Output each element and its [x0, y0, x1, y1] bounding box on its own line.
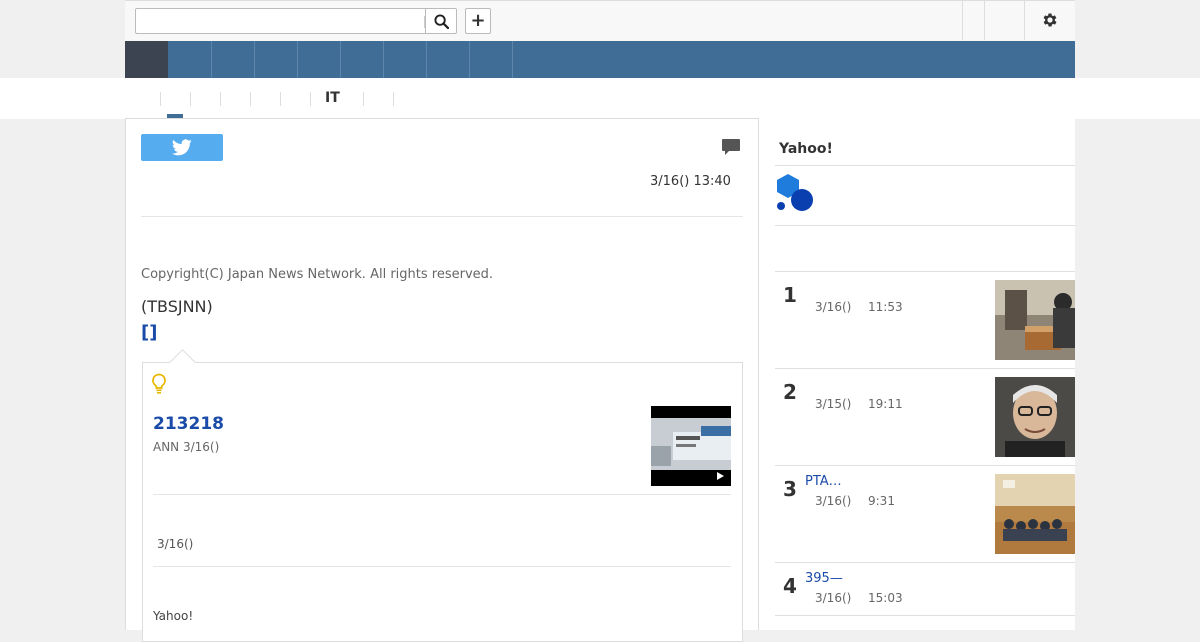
ranking-time: 19:11: [868, 397, 903, 411]
ranking-thumbnail[interactable]: [995, 377, 1075, 457]
ranking-number: 3: [783, 477, 797, 501]
nav-divider: [211, 41, 212, 78]
ranking-date: 3/15(): [815, 397, 852, 411]
divider: [775, 165, 1075, 166]
ranking-thumbnail[interactable]: [995, 474, 1075, 554]
twitter-icon: [172, 139, 192, 156]
divider: [775, 562, 1075, 563]
related-article-meta: ANN 3/16(): [153, 440, 220, 454]
sub-category-nav: IT: [125, 78, 1075, 118]
ranking-time: 9:31: [868, 494, 895, 508]
photo-thumbnail: [995, 474, 1075, 554]
divider: [775, 225, 1075, 226]
ranking-date: 3/16(): [815, 494, 852, 508]
subnav-divider: [220, 92, 221, 106]
subnav-tab-it[interactable]: IT: [325, 90, 340, 106]
twitter-share-button[interactable]: [141, 134, 223, 161]
ranking-date: 3/16(): [815, 591, 852, 605]
nav-divider: [297, 41, 298, 78]
related-footer-text: Yahoo!: [153, 609, 194, 623]
gear-icon: [1043, 13, 1057, 27]
ranking-number: 1: [783, 283, 797, 307]
divider: [1024, 0, 1025, 40]
category-nav: [125, 41, 1075, 78]
nav-divider: [512, 41, 513, 78]
related-article-title[interactable]: 213218: [153, 414, 224, 434]
divider: [424, 16, 425, 28]
nav-divider: [340, 41, 341, 78]
ranking-number: 4: [783, 574, 797, 598]
article-source: (TBSJNN): [141, 297, 213, 316]
ranking-time: 15:03: [868, 591, 903, 605]
ranking-title[interactable]: 395—: [805, 571, 843, 586]
yahoo-news-logo-icon[interactable]: [775, 172, 817, 214]
ranking-number: 2: [783, 380, 797, 404]
copyright-text: Copyright(C) Japan News Network. All rig…: [141, 267, 494, 282]
ranking-title[interactable]: PTA…: [805, 474, 842, 489]
divider: [984, 0, 985, 40]
ranking-time: 11:53: [868, 300, 903, 314]
sidebar-title: Yahoo!: [779, 141, 833, 157]
related-video-thumbnail[interactable]: [651, 406, 731, 486]
ranking-date: 3/16(): [815, 300, 852, 314]
divider: [153, 566, 731, 567]
ranking-thumbnail[interactable]: [995, 280, 1075, 360]
subnav-divider: [310, 92, 311, 106]
divider: [775, 465, 1075, 466]
divider: [153, 494, 731, 495]
comment-icon: [722, 139, 740, 155]
nav-divider: [254, 41, 255, 78]
nav-home-tab[interactable]: [125, 41, 168, 78]
search-input[interactable]: [135, 8, 425, 34]
lightbulb-icon: [151, 373, 167, 395]
nav-divider: [426, 41, 427, 78]
ranking-thumbnail[interactable]: [995, 624, 1075, 630]
subnav-divider: [250, 92, 251, 106]
search-button[interactable]: [424, 8, 457, 34]
divider: [962, 0, 963, 40]
divider: [775, 368, 1075, 369]
subnav-divider: [280, 92, 281, 106]
photo-thumbnail: [995, 280, 1075, 360]
video-thumbnail-image: [651, 406, 731, 486]
add-button[interactable]: +: [465, 8, 491, 34]
divider: [775, 271, 1075, 272]
related-date: 3/16(): [157, 537, 194, 551]
article-link[interactable]: []: [141, 322, 157, 343]
related-article-box: [142, 362, 743, 642]
subnav-divider: [160, 92, 161, 106]
nav-divider: [469, 41, 470, 78]
article-datetime: 3/16() 13:40: [650, 174, 731, 189]
subnav-divider: [363, 92, 364, 106]
settings-button[interactable]: [1038, 8, 1062, 32]
comment-button[interactable]: [721, 138, 741, 156]
search-icon: [433, 13, 449, 29]
divider: [141, 216, 743, 217]
subnav-divider: [190, 92, 191, 106]
plus-icon: +: [470, 10, 486, 31]
photo-thumbnail: [995, 377, 1075, 457]
subnav-divider: [393, 92, 394, 106]
nav-divider: [383, 41, 384, 78]
divider: [775, 615, 1075, 616]
